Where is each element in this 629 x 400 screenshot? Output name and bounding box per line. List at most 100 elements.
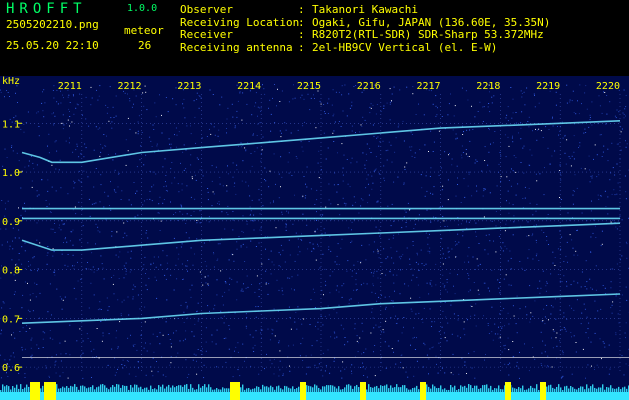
noise-speckle xyxy=(59,342,61,344)
noise-speckle xyxy=(498,163,500,165)
noise-speckle xyxy=(115,115,117,117)
noise-speckle xyxy=(607,213,609,215)
noise-speckle xyxy=(596,154,598,156)
noise-speckle xyxy=(12,248,14,250)
noise-speckle xyxy=(157,212,159,214)
meter-bar xyxy=(176,386,178,392)
meter-bar xyxy=(528,388,530,392)
noise-speckle xyxy=(593,158,594,160)
meter-bar xyxy=(126,385,128,392)
noise-speckle xyxy=(401,332,403,334)
noise-speckle xyxy=(113,274,115,276)
noise-speckle xyxy=(216,366,218,368)
noise-speckle xyxy=(227,165,228,167)
noise-speckle xyxy=(232,376,234,378)
noise-speckle xyxy=(388,238,390,240)
noise-speckle xyxy=(563,275,565,277)
meter-bar xyxy=(558,384,560,392)
noise-speckle xyxy=(232,176,234,178)
noise-speckle xyxy=(245,287,247,289)
meter-bar xyxy=(606,387,608,392)
noise-speckle xyxy=(475,325,477,327)
noise-speckle xyxy=(238,236,240,238)
noise-speckle xyxy=(64,238,66,240)
noise-speckle xyxy=(572,203,574,205)
noise-speckle xyxy=(507,190,509,192)
noise-speckle xyxy=(561,329,563,331)
noise-speckle xyxy=(10,355,12,357)
noise-speckle xyxy=(296,157,298,159)
noise-speckle xyxy=(50,228,52,230)
noise-speckle xyxy=(312,288,314,290)
noise-speckle xyxy=(173,289,175,291)
noise-speckle xyxy=(240,290,242,292)
noise-speckle xyxy=(146,109,148,111)
noise-speckle xyxy=(389,102,391,104)
noise-speckle xyxy=(341,285,343,287)
noise-speckle xyxy=(324,111,325,113)
noise-speckle xyxy=(402,367,404,369)
noise-speckle xyxy=(377,201,379,203)
noise-speckle xyxy=(621,294,623,296)
header-panel: HROFFT 1.0.0 2505202210.png 25.05.20 22:… xyxy=(0,0,629,76)
noise-speckle xyxy=(268,258,270,260)
noise-speckle xyxy=(62,94,63,96)
noise-speckle xyxy=(515,194,517,196)
noise-speckle xyxy=(405,226,407,228)
noise-speckle xyxy=(224,291,226,293)
noise-speckle xyxy=(442,263,444,265)
noise-speckle xyxy=(570,284,572,286)
noise-speckle xyxy=(242,215,244,217)
noise-speckle xyxy=(619,215,621,217)
noise-speckle xyxy=(475,159,477,161)
noise-speckle xyxy=(510,87,512,88)
noise-speckle xyxy=(21,346,23,348)
meter-bar xyxy=(106,387,108,392)
noise-speckle xyxy=(107,364,109,366)
noise-speckle xyxy=(165,321,167,323)
meter-bar xyxy=(450,385,452,392)
noise-speckle xyxy=(559,130,561,132)
noise-speckle xyxy=(59,375,61,377)
noise-speckle xyxy=(34,282,36,284)
noise-speckle xyxy=(73,187,75,189)
meter-bar xyxy=(574,388,576,392)
noise-speckle xyxy=(385,320,387,322)
noise-speckle xyxy=(263,317,265,319)
noise-speckle xyxy=(62,299,64,301)
noise-speckle xyxy=(254,344,256,346)
meter-bar xyxy=(152,389,154,392)
meter-bar xyxy=(598,387,600,392)
noise-speckle xyxy=(322,253,324,255)
noise-speckle xyxy=(207,305,209,307)
noise-speckle xyxy=(127,220,129,222)
noise-speckle xyxy=(512,98,514,100)
noise-speckle xyxy=(332,132,334,134)
noise-speckle xyxy=(21,349,23,351)
meter-bar xyxy=(60,388,62,392)
noise-speckle xyxy=(488,333,490,334)
noise-speckle xyxy=(372,285,374,287)
noise-speckle xyxy=(391,348,393,349)
noise-speckle xyxy=(273,264,275,266)
noise-speckle xyxy=(339,214,341,216)
meter-bar xyxy=(562,389,564,392)
noise-speckle xyxy=(623,117,625,119)
meter-bar xyxy=(294,389,296,392)
noise-speckle xyxy=(400,361,402,363)
noise-speckle xyxy=(429,233,430,235)
noise-speckle xyxy=(236,248,238,250)
noise-speckle xyxy=(435,355,437,357)
noise-speckle xyxy=(392,237,394,239)
noise-speckle xyxy=(308,366,310,368)
noise-speckle xyxy=(357,351,359,353)
noise-speckle xyxy=(317,243,318,245)
noise-speckle xyxy=(103,206,105,208)
noise-speckle xyxy=(395,315,396,317)
noise-speckle xyxy=(63,124,65,126)
noise-speckle xyxy=(626,143,628,145)
meter-bar xyxy=(14,387,16,392)
noise-speckle xyxy=(315,127,317,129)
noise-speckle xyxy=(419,149,421,151)
noise-speckle xyxy=(194,116,196,118)
